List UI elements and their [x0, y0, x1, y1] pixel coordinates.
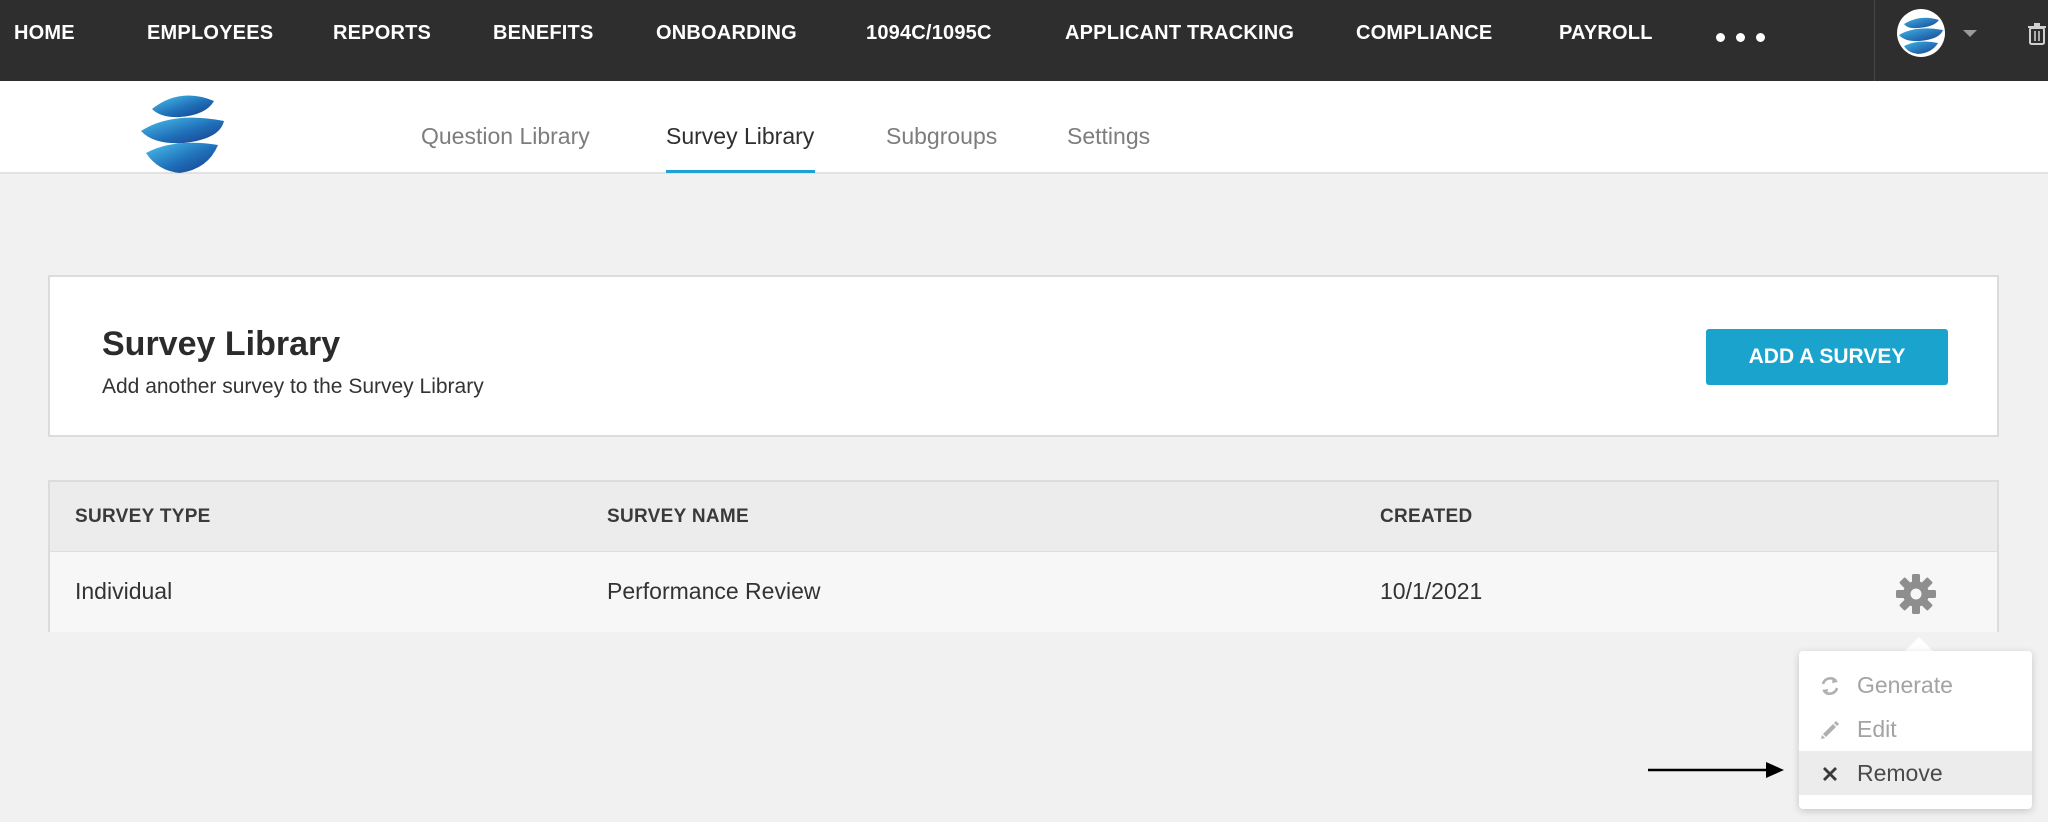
- tab-survey-library[interactable]: Survey Library: [666, 123, 814, 150]
- survey-table: SURVEY TYPE SURVEY NAME CREATED Individu…: [48, 480, 1999, 632]
- nav-item-applicant-tracking[interactable]: APPLICANT TRACKING: [1065, 22, 1294, 45]
- nav-item-reports[interactable]: REPORTS: [333, 22, 431, 45]
- nav-item-home[interactable]: HOME: [14, 22, 75, 45]
- table-row[interactable]: Individual Performance Review 10/1/2021: [50, 552, 1997, 632]
- chevron-down-icon[interactable]: [1963, 30, 1977, 37]
- menu-pointer: [1905, 637, 1933, 651]
- table-header: SURVEY TYPE SURVEY NAME CREATED: [50, 482, 1997, 552]
- tab-subgroups[interactable]: Subgroups: [886, 123, 997, 150]
- nav-item-payroll[interactable]: PAYROLL: [1559, 22, 1653, 45]
- nav-item-benefits[interactable]: BENEFITS: [493, 22, 594, 45]
- active-tab-indicator: [666, 170, 815, 173]
- tab-question-library[interactable]: Question Library: [421, 123, 590, 150]
- cell-survey-name: Performance Review: [607, 578, 821, 604]
- nav-item-onboarding[interactable]: ONBOARDING: [656, 22, 797, 45]
- sub-header: Question Library Survey Library Subgroup…: [0, 81, 2048, 174]
- pencil-icon: [1821, 721, 1839, 739]
- top-navigation-bar: HOME EMPLOYEES REPORTS BENEFITS ONBOARDI…: [0, 0, 2048, 81]
- survey-library-header-card: Survey Library Add another survey to the…: [48, 275, 1999, 437]
- menu-item-label: Generate: [1857, 672, 1953, 698]
- add-survey-button[interactable]: ADD A SURVEY: [1706, 329, 1948, 385]
- menu-item-label: Remove: [1857, 760, 1943, 786]
- menu-item-remove[interactable]: Remove: [1799, 751, 2032, 795]
- nav-divider: [1874, 0, 1875, 81]
- refresh-icon: [1821, 677, 1839, 695]
- column-header-survey-type[interactable]: SURVEY TYPE: [75, 506, 211, 528]
- row-action-menu: Generate Edit Remove: [1799, 651, 2032, 809]
- column-header-survey-name[interactable]: SURVEY NAME: [607, 506, 749, 528]
- page-subtitle: Add another survey to the Survey Library: [102, 375, 484, 398]
- nav-item-aca-forms[interactable]: 1094C/1095C: [866, 22, 992, 45]
- nav-item-employees[interactable]: EMPLOYEES: [147, 22, 273, 45]
- annotation-arrow-icon: [1648, 762, 1784, 778]
- page-title: Survey Library: [102, 325, 341, 363]
- gear-icon[interactable]: [1894, 572, 1938, 616]
- more-menu-ellipsis-icon[interactable]: [1716, 33, 1765, 42]
- globe-logo-icon[interactable]: [134, 83, 230, 179]
- cell-created-date: 10/1/2021: [1380, 578, 1483, 604]
- globe-logo-icon[interactable]: [1896, 8, 1946, 58]
- cell-survey-type: Individual: [75, 578, 173, 604]
- tab-settings[interactable]: Settings: [1067, 123, 1150, 150]
- menu-item-generate[interactable]: Generate: [1799, 663, 2032, 707]
- trash-icon[interactable]: [2026, 22, 2048, 46]
- close-icon: [1823, 767, 1837, 781]
- menu-item-label: Edit: [1857, 716, 1897, 742]
- column-header-created[interactable]: CREATED: [1380, 506, 1473, 528]
- menu-item-edit[interactable]: Edit: [1799, 707, 2032, 751]
- nav-item-compliance[interactable]: COMPLIANCE: [1356, 22, 1492, 45]
